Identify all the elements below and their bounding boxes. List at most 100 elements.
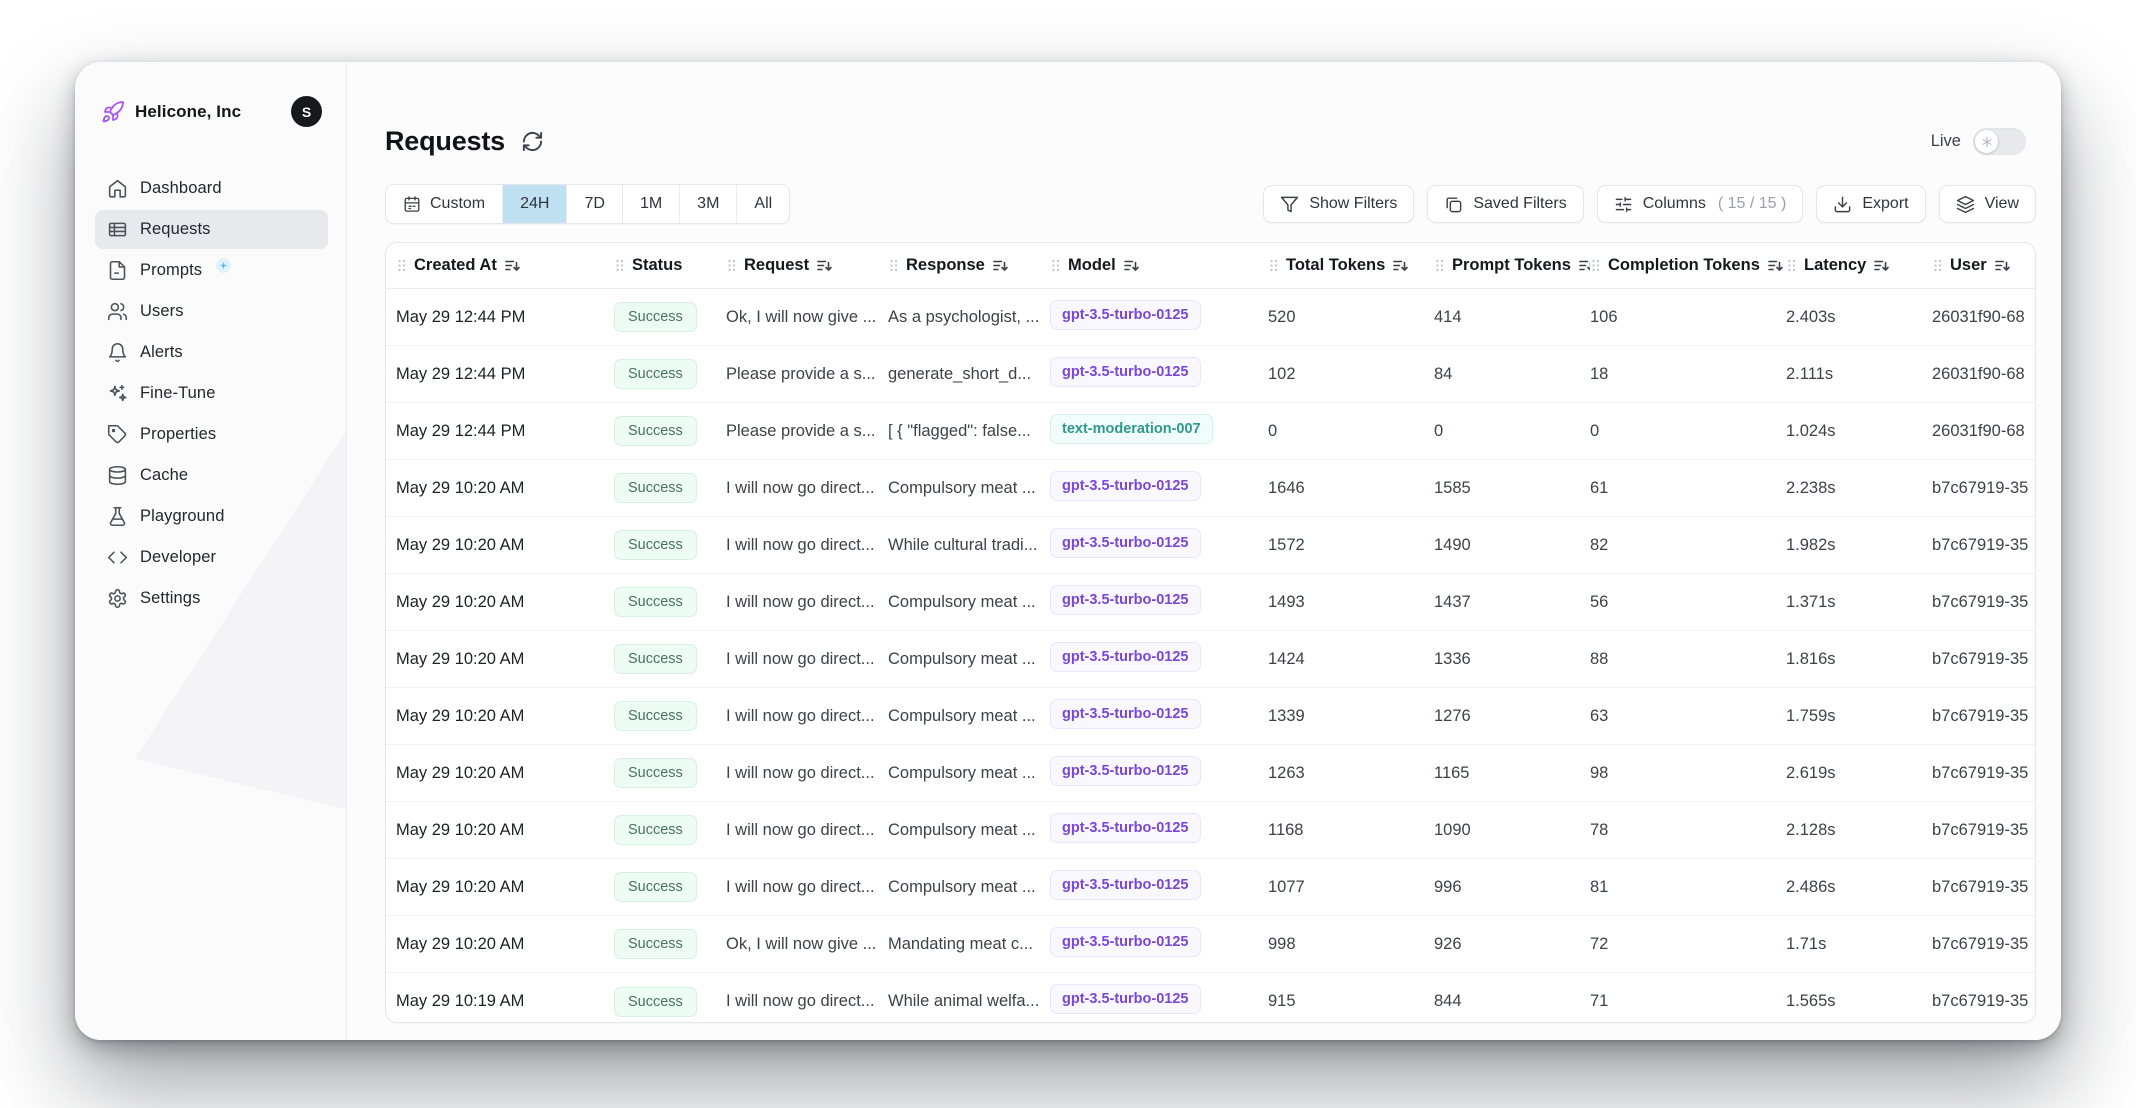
drag-handle-icon[interactable] [888, 258, 899, 273]
org-switcher[interactable]: Helicone, Inc S [95, 92, 328, 131]
drag-handle-icon[interactable] [614, 258, 625, 273]
range-1m[interactable]: 1M [623, 185, 680, 223]
cell-prompt-tokens: 844 [1434, 992, 1590, 1011]
range-7d[interactable]: 7D [567, 185, 622, 223]
table-row[interactable]: May 29 10:20 AM Success I will now go di… [386, 802, 2035, 859]
gem-badge-icon [216, 258, 231, 273]
table-row[interactable]: May 29 10:19 AM Success I will now go di… [386, 973, 2035, 1023]
toolbar: Custom 24H 7D 1M 3M All Show Filters Sav… [385, 184, 2036, 224]
table-row[interactable]: May 29 12:44 PM Success Ok, I will now g… [386, 289, 2035, 346]
range-24h[interactable]: 24H [503, 185, 567, 223]
column-header-completion-tokens[interactable]: Completion Tokens [1590, 256, 1786, 275]
live-label: Live [1931, 132, 1961, 151]
column-header-total-tokens[interactable]: Total Tokens [1268, 256, 1434, 275]
sort-icon[interactable] [992, 257, 1009, 274]
drag-handle-icon[interactable] [1932, 258, 1943, 273]
sidebar-item-users[interactable]: Users [95, 292, 328, 331]
table-row[interactable]: May 29 10:20 AM Success I will now go di… [386, 574, 2035, 631]
table-body: May 29 12:44 PM Success Ok, I will now g… [386, 289, 2035, 1023]
avatar[interactable]: S [291, 96, 322, 127]
sidebar-item-fine-tune[interactable]: Fine-Tune [95, 374, 328, 413]
sidebar-item-settings[interactable]: Settings [95, 579, 328, 618]
model-badge: gpt-3.5-turbo-0125 [1050, 357, 1201, 387]
cell-response: Mandating meat c... [888, 935, 1050, 954]
table-row[interactable]: May 29 10:20 AM Success I will now go di… [386, 859, 2035, 916]
sidebar-item-requests[interactable]: Requests [95, 210, 328, 249]
table-row[interactable]: May 29 10:20 AM Success I will now go di… [386, 631, 2035, 688]
table-row[interactable]: May 29 12:44 PM Success Please provide a… [386, 346, 2035, 403]
table-row[interactable]: May 29 10:20 AM Success I will now go di… [386, 517, 2035, 574]
sidebar-item-playground[interactable]: Playground [95, 497, 328, 536]
range-custom[interactable]: Custom [386, 185, 503, 223]
cell-total-tokens: 0 [1268, 422, 1434, 441]
org-name: Helicone, Inc [135, 102, 281, 122]
cell-prompt-tokens: 1490 [1434, 536, 1590, 555]
pause-asterisk-icon [1975, 130, 1998, 153]
drag-handle-icon[interactable] [1786, 258, 1797, 273]
column-header-response[interactable]: Response [888, 256, 1050, 275]
range-all[interactable]: All [737, 185, 789, 223]
cell-status: Success [614, 644, 726, 674]
sort-icon[interactable] [816, 257, 833, 274]
table-row[interactable]: May 29 10:20 AM Success I will now go di… [386, 745, 2035, 802]
range-label: 24H [520, 195, 549, 213]
cell-prompt-tokens: 1276 [1434, 707, 1590, 726]
sort-icon[interactable] [1123, 257, 1140, 274]
sort-icon[interactable] [1392, 257, 1409, 274]
sidebar-item-properties[interactable]: Properties [95, 415, 328, 454]
column-header-latency[interactable]: Latency [1786, 256, 1932, 275]
status-badge: Success [614, 587, 697, 617]
range-3m[interactable]: 3M [680, 185, 737, 223]
cell-completion-tokens: 82 [1590, 536, 1786, 555]
status-badge: Success [614, 987, 697, 1017]
column-header-request[interactable]: Request [726, 256, 888, 275]
column-header-model[interactable]: Model [1050, 256, 1268, 275]
sidebar-item-label: Users [140, 302, 184, 321]
live-toggle-group: Live [1931, 128, 2026, 155]
column-header-status[interactable]: Status [614, 256, 726, 275]
column-label: Status [632, 256, 682, 275]
table-row[interactable]: May 29 10:20 AM Success Ok, I will now g… [386, 916, 2035, 973]
table-row[interactable]: May 29 12:44 PM Success Please provide a… [386, 403, 2035, 460]
cell-user: b7c67919-35 [1932, 821, 2035, 840]
drag-handle-icon[interactable] [726, 258, 737, 273]
cell-user: 26031f90-68 [1932, 422, 2035, 441]
refresh-icon[interactable] [521, 130, 544, 153]
cell-completion-tokens: 18 [1590, 365, 1786, 384]
drag-handle-icon[interactable] [1590, 258, 1601, 273]
view-button[interactable]: View [1939, 185, 2036, 223]
sort-icon[interactable] [1578, 257, 1590, 274]
cell-completion-tokens: 72 [1590, 935, 1786, 954]
cell-model: gpt-3.5-turbo-0125 [1050, 870, 1268, 905]
sidebar-item-dashboard[interactable]: Dashboard [95, 169, 328, 208]
cell-total-tokens: 520 [1268, 308, 1434, 327]
sidebar-item-prompts[interactable]: Prompts [95, 251, 328, 290]
sort-icon[interactable] [1767, 257, 1784, 274]
sort-icon[interactable] [1994, 257, 2011, 274]
sort-icon[interactable] [504, 257, 521, 274]
table-row[interactable]: May 29 10:20 AM Success I will now go di… [386, 688, 2035, 745]
sort-icon[interactable] [1873, 257, 1890, 274]
columns-count: ( 15 / 15 ) [1718, 195, 1786, 213]
export-button[interactable]: Export [1816, 185, 1925, 223]
cell-total-tokens: 1263 [1268, 764, 1434, 783]
table-row[interactable]: May 29 10:20 AM Success I will now go di… [386, 460, 2035, 517]
live-toggle[interactable] [1973, 128, 2026, 155]
drag-handle-icon[interactable] [1268, 258, 1279, 273]
sidebar-item-developer[interactable]: Developer [95, 538, 328, 577]
page-title: Requests [385, 126, 505, 157]
sidebar-item-cache[interactable]: Cache [95, 456, 328, 495]
drag-handle-icon[interactable] [396, 258, 407, 273]
drag-handle-icon[interactable] [1050, 258, 1061, 273]
column-header-prompt-tokens[interactable]: Prompt Tokens [1434, 256, 1590, 275]
cell-request: I will now go direct... [726, 821, 888, 840]
columns-button[interactable]: Columns ( 15 / 15 ) [1597, 185, 1804, 223]
column-header-created-at[interactable]: Created At [396, 256, 614, 275]
sidebar-item-label: Fine-Tune [140, 384, 216, 403]
sidebar-item-alerts[interactable]: Alerts [95, 333, 328, 372]
saved-filters-button[interactable]: Saved Filters [1427, 185, 1583, 223]
cell-total-tokens: 1077 [1268, 878, 1434, 897]
show-filters-button[interactable]: Show Filters [1263, 185, 1414, 223]
column-header-user[interactable]: User [1932, 256, 2035, 275]
drag-handle-icon[interactable] [1434, 258, 1445, 273]
